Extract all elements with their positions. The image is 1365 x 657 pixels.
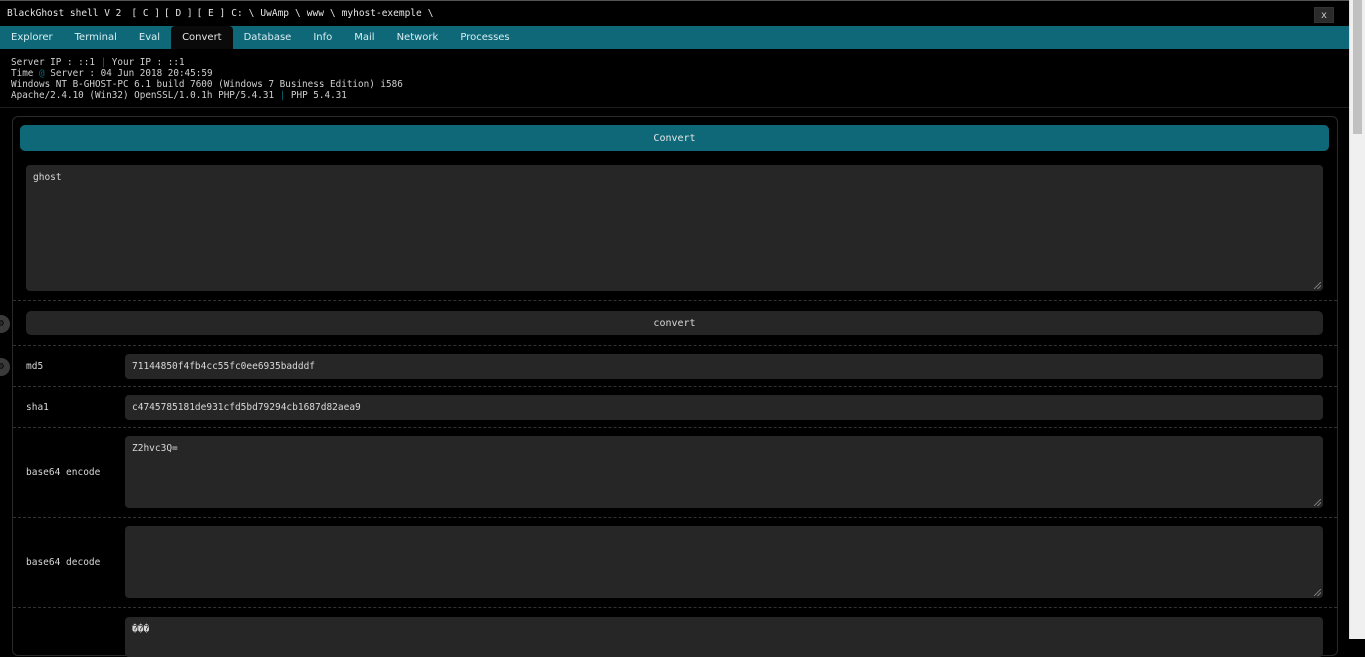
close-icon: x (1320, 9, 1328, 21)
sha1-label: sha1 (26, 402, 49, 413)
divider (13, 386, 1337, 387)
convert-header: Convert (20, 125, 1329, 151)
tab-mail[interactable]: Mail (343, 26, 385, 49)
tab-processes[interactable]: Processes (449, 26, 520, 49)
base64-encode-field[interactable]: Z2hvc3Q= (125, 436, 1323, 508)
tab-network[interactable]: Network (386, 26, 450, 49)
at-sign: @ (39, 68, 45, 79)
tab-convert[interactable]: Convert (171, 26, 233, 49)
gear-icon[interactable]: ⚙ (0, 315, 10, 333)
sha1-field[interactable]: c4745785181de931cfd5bd79294cb1687d82aea9 (125, 395, 1323, 420)
os-info: Windows NT B-GHOST-PC 6.1 build 7600 (Wi… (11, 79, 403, 90)
path-segment-uwamp[interactable]: UwAmp (260, 8, 289, 19)
divider (13, 300, 1337, 301)
tab-database[interactable]: Database (233, 26, 303, 49)
divider (13, 427, 1337, 428)
divider (0, 107, 1350, 108)
path-segment-www[interactable]: www (307, 8, 324, 19)
your-ip: Your IP : ::1 (111, 57, 185, 68)
path-segment-myhost[interactable]: myhost-exemple (342, 8, 422, 19)
app-title: BlackGhost shell V 2 (7, 8, 122, 19)
convert-button[interactable]: convert (26, 311, 1323, 335)
divider (13, 345, 1337, 346)
base64-decode-field[interactable] (125, 526, 1323, 598)
path-separator: \ (295, 8, 301, 19)
base64-encode-label: base64 encode (26, 467, 101, 478)
separator: | (279, 90, 286, 101)
md5-label: md5 (26, 361, 44, 372)
path-segment-root[interactable]: C: (231, 8, 242, 19)
page-scrollbar[interactable] (1349, 0, 1365, 639)
time-label: Time (11, 68, 34, 79)
extra-output-field[interactable]: ��� (125, 617, 1323, 657)
scrollbar-thumb[interactable] (1353, 0, 1362, 134)
base64-decode-label: base64 decode (26, 557, 101, 568)
tab-terminal[interactable]: Terminal (64, 26, 128, 49)
sha1-value: c4745785181de931cfd5bd79294cb1687d82aea9 (132, 402, 361, 413)
md5-value: 71144850f4fb4cc55fc0ee6935badddf (132, 361, 316, 372)
drive-e-link[interactable]: [ E ] (197, 8, 226, 19)
gear-icon[interactable]: ⚙ (0, 358, 10, 376)
resize-handle-icon[interactable] (1314, 499, 1321, 506)
extra-output-value: ��� (132, 624, 150, 635)
path-separator: \ (248, 8, 255, 19)
main-nav: Explorer Terminal Eval Convert Database … (0, 26, 1350, 49)
base64-encode-value: Z2hvc3Q= (132, 443, 178, 454)
convert-input-value: ghost (33, 172, 62, 183)
resize-handle-icon[interactable] (1314, 589, 1321, 596)
drive-d-link[interactable]: [ D ] (164, 8, 193, 19)
php-version: PHP 5.4.31 (290, 90, 347, 101)
server-info: Server IP : ::1 | Your IP : ::1 Time @ S… (11, 57, 403, 101)
tab-info[interactable]: Info (302, 26, 343, 49)
tab-eval[interactable]: Eval (128, 26, 171, 49)
path-separator: \ (329, 8, 336, 19)
close-button[interactable]: x (1314, 7, 1334, 23)
server-time: Server : 04 Jun 2018 20:45:59 (50, 68, 213, 79)
resize-handle-icon[interactable] (1314, 282, 1321, 289)
server-ip: Server IP : ::1 (11, 57, 95, 68)
server-software: Apache/2.4.10 (Win32) OpenSSL/1.0.1h PHP… (11, 90, 275, 101)
divider (13, 517, 1337, 518)
tab-explorer[interactable]: Explorer (0, 26, 64, 49)
convert-input[interactable]: ghost (26, 165, 1323, 291)
title-bar: BlackGhost shell V 2 [ C ] [ D ] [ E ] C… (0, 0, 1350, 26)
drive-c-link[interactable]: [ C ] (131, 8, 160, 19)
path-separator: \ (427, 8, 434, 19)
md5-field[interactable]: 71144850f4fb4cc55fc0ee6935badddf (125, 354, 1323, 379)
divider (13, 607, 1337, 608)
separator: | (100, 57, 107, 68)
